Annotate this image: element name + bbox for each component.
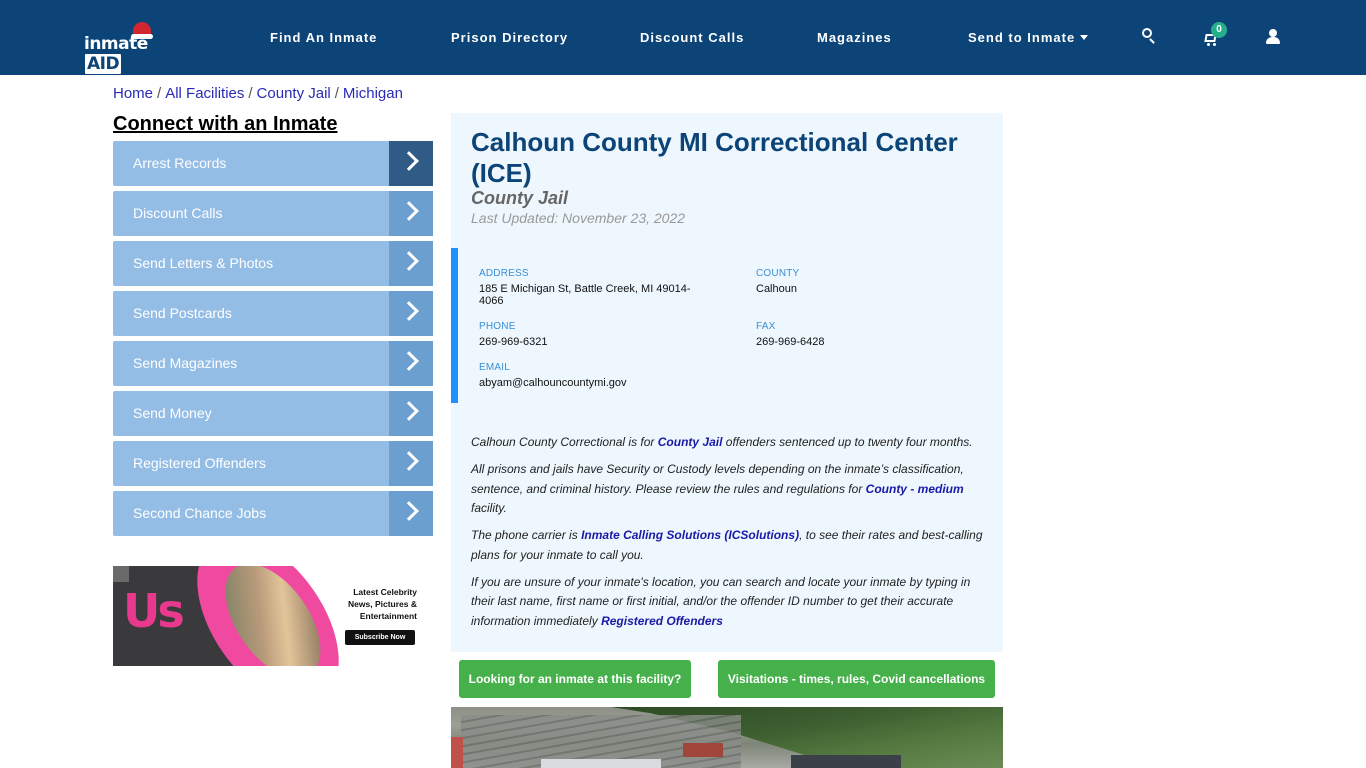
breadcrumb-all-facilities[interactable]: All Facilities (165, 85, 244, 102)
breadcrumb-michigan[interactable]: Michigan (343, 85, 403, 102)
last-updated: Last Updated: November 23, 2022 (471, 210, 686, 226)
email-label: EMAIL (479, 362, 511, 373)
ad-subscribe-button[interactable]: Subscribe Now (345, 630, 415, 645)
sidebar-item-label: Discount Calls (133, 205, 223, 221)
sidebar-item-label: Send Postcards (133, 305, 232, 321)
top-navigation-bar: inmateAID Find An Inmate Prison Director… (0, 0, 1366, 75)
chevron-right-icon (399, 401, 419, 421)
sidebar-item-send-magazines[interactable]: Send Magazines (113, 341, 433, 386)
chevron-right-icon (399, 451, 419, 471)
sidebar-item-label: Registered Offenders (133, 455, 266, 471)
chevron-right-icon (399, 151, 419, 171)
description-paragraph: Calhoun County Correctional is for Count… (471, 435, 973, 449)
logo-accent: AID (85, 54, 122, 74)
sidebar-item-send-postcards[interactable]: Send Postcards (113, 291, 433, 336)
sidebar-item-label: Arrest Records (133, 155, 227, 171)
sidebar-menu: Arrest Records Discount Calls Send Lette… (113, 141, 433, 541)
ad-headline: Latest Celebrity News, Pictures & Entertai… (348, 587, 417, 621)
user-icon[interactable] (1263, 27, 1283, 47)
county-label: COUNTY (756, 268, 800, 279)
county-value: Calhoun (756, 283, 797, 295)
address-value: 185 E Michigan St, Battle Creek, MI 4901… (479, 283, 691, 307)
description-paragraph: The phone carrier is Inmate Calling Solu… (471, 528, 983, 562)
sidebar-item-send-letters-photos[interactable]: Send Letters & Photos (113, 241, 433, 286)
sidebar-title: Connect with an Inmate (113, 113, 338, 135)
phone-label: PHONE (479, 321, 516, 332)
county-medium-link[interactable]: County - medium (866, 482, 964, 496)
breadcrumb-county-jail[interactable]: County Jail (257, 85, 331, 102)
email-value: abyam@calhouncountymi.gov (479, 377, 627, 389)
description-paragraph: If you are unsure of your inmate's locat… (471, 574, 971, 628)
sidebar-item-label: Send Magazines (133, 355, 238, 371)
nav-magazines[interactable]: Magazines (817, 30, 892, 45)
caret-down-icon (1080, 35, 1089, 40)
inmateaid-logo[interactable]: inmateAID (84, 22, 180, 74)
facility-aerial-photo (451, 707, 1003, 768)
registered-offenders-link[interactable]: Registered Offenders (601, 614, 723, 628)
search-icon[interactable] (1140, 26, 1160, 46)
facility-type: County Jail (471, 188, 569, 208)
phone-value: 269-969-6321 (479, 336, 548, 348)
chevron-right-icon (399, 201, 419, 221)
fax-label: FAX (756, 321, 776, 332)
facility-card: Calhoun County MI Correctional Center (I… (451, 113, 1003, 652)
nav-find-an-inmate[interactable]: Find An Inmate (270, 30, 377, 45)
us-weekly-ad-banner[interactable]: Us Latest Celebrity News, Pictures & Enter… (113, 566, 433, 666)
facility-contact-info: ADDRESS 185 E Michigan St, Battle Creek,… (451, 248, 1003, 403)
nav-discount-calls[interactable]: Discount Calls (640, 30, 744, 45)
icsolutions-link[interactable]: Inmate Calling Solutions (ICSolutions) (581, 528, 799, 542)
sidebar-item-arrest-records[interactable]: Arrest Records (113, 141, 433, 186)
county-jail-link[interactable]: County Jail (658, 435, 723, 449)
nav-send-to-inmate-label: Send to Inmate (968, 30, 1076, 45)
description-paragraph: All prisons and jails have Security or C… (471, 462, 964, 515)
ad-brand-logo: Us (123, 584, 185, 638)
breadcrumb: Home / All Facilities / County Jail / Michigan (113, 85, 403, 102)
cart-count-badge: 0 (1211, 22, 1227, 38)
chevron-right-icon (399, 301, 419, 321)
logo-text: inmate (84, 34, 148, 54)
chevron-right-icon (399, 501, 419, 521)
sidebar-item-discount-calls[interactable]: Discount Calls (113, 191, 433, 236)
address-label: ADDRESS (479, 268, 529, 279)
nav-prison-directory[interactable]: Prison Directory (451, 30, 568, 45)
sidebar-item-label: Send Money (133, 405, 212, 421)
sidebar-item-send-money[interactable]: Send Money (113, 391, 433, 436)
sidebar-item-registered-offenders[interactable]: Registered Offenders (113, 441, 433, 486)
facility-name: Calhoun County MI Correctional Center (I… (471, 127, 958, 188)
chevron-right-icon (399, 351, 419, 371)
visitation-info-button[interactable]: Visitations - times, rules, Covid cancel… (718, 660, 995, 698)
sidebar-item-second-chance-jobs[interactable]: Second Chance Jobs (113, 491, 433, 536)
facility-description: Calhoun County Correctional is for Count… (471, 433, 991, 639)
chevron-right-icon (399, 251, 419, 271)
nav-send-to-inmate[interactable]: Send to Inmate (968, 30, 1089, 45)
breadcrumb-home[interactable]: Home (113, 85, 153, 102)
sidebar-item-label: Second Chance Jobs (133, 505, 267, 521)
fax-value: 269-969-6428 (756, 336, 825, 348)
find-inmate-at-facility-button[interactable]: Looking for an inmate at this facility? (459, 660, 691, 698)
sidebar-item-label: Send Letters & Photos (133, 255, 274, 271)
